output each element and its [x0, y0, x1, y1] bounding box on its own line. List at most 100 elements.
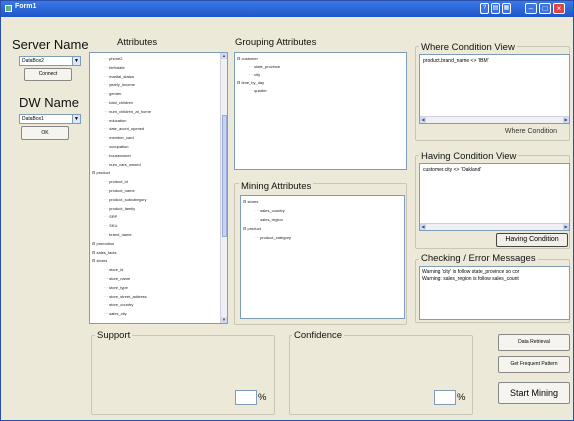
where-condition-button[interactable]: Where Condition [495, 126, 567, 139]
tree-label: occupation [109, 144, 129, 149]
tree-leaf[interactable]: ··· yearly_income [104, 82, 135, 87]
tree-label: education [109, 117, 127, 123]
having-condition-button[interactable]: Having Condition [496, 233, 568, 247]
tree-node[interactable]: ⊟ promotion [92, 241, 114, 246]
having-condition-text[interactable]: customer.city <> 'Oakland' ◀ ▶ [419, 163, 570, 231]
scroll-up-icon[interactable]: ▲ [221, 53, 227, 59]
where-hscroll[interactable]: ◀ ▶ [420, 116, 569, 123]
help-icon[interactable]: ? [480, 3, 489, 14]
messages-text[interactable]: Warning 'city' is follow state_province … [419, 266, 570, 320]
tree-label: SKU [109, 223, 118, 229]
tree-leaf[interactable]: ··· store_street_address [104, 294, 147, 299]
tree-label: gender [109, 91, 122, 97]
tree-leaf[interactable]: ··· phone2 [104, 56, 122, 61]
confidence-input[interactable] [434, 390, 456, 405]
tree-node[interactable]: ⊟ time_by_day [237, 80, 264, 85]
tree-leaf[interactable]: ··· SRP [104, 214, 117, 219]
tree-label: sales_city [109, 311, 127, 317]
confidence-label: Confidence [292, 330, 345, 341]
tree-leaf[interactable]: ··· member_card [104, 135, 134, 140]
data-retrieval-button[interactable]: Data Retrieval [498, 334, 570, 351]
scroll-left-icon[interactable]: ◀ [420, 224, 426, 230]
where-condition-text[interactable]: product.brand_name <> 'IBM' ◀ ▶ [419, 54, 570, 124]
tree-leaf[interactable]: ··· product_category [255, 235, 291, 240]
tree-leaf[interactable]: ··· store_id [104, 267, 123, 272]
tree-leaf[interactable]: ··· total_children [104, 100, 133, 105]
tree-label: sales_region [260, 217, 283, 222]
tree-label: store_name [109, 276, 131, 281]
tree-label: product_category [260, 235, 292, 240]
tree-leaf[interactable]: ··· brand_name [104, 232, 132, 237]
tree-node[interactable]: ⊟ sales_facts [92, 250, 116, 255]
tree-node[interactable]: ⊟ customer [237, 56, 258, 61]
having-condition-value: customer.city <> 'Oakland' [423, 167, 482, 173]
tree-node[interactable]: ⊟ product [243, 226, 261, 231]
tree-leaf[interactable]: ··· education [104, 118, 126, 123]
support-label: Support [95, 330, 133, 341]
tree-label: store_country [109, 302, 134, 308]
tree-leaf[interactable]: ··· num_children_at_home [104, 109, 151, 114]
connect-button[interactable]: Connect [24, 68, 72, 81]
tree-leaf[interactable]: ··· product_family [104, 206, 135, 211]
tree-leaf[interactable]: ··· gender [104, 91, 122, 96]
tree-label: yearly_income [109, 82, 135, 88]
tree-leaf[interactable]: ··· city [249, 72, 260, 77]
tree-leaf[interactable]: ··· sales_country [255, 208, 285, 213]
get-frequent-pattern-button[interactable]: Get Frequent Pattern [498, 356, 570, 373]
support-input[interactable] [235, 390, 257, 405]
tree-leaf[interactable]: ··· product_subcategory [104, 197, 146, 202]
tree-leaf[interactable]: ··· num_cars_owned [104, 162, 141, 167]
attributes-tree[interactable]: ··· phone2 ··· birthdate ··· marital_statu… [89, 52, 228, 324]
ok-button[interactable]: OK [21, 126, 69, 140]
mining-attributes-tree[interactable]: ⊟ stores ··· sales_country ··· sales_regio… [240, 195, 405, 319]
attributes-scrollbar[interactable]: ▲ ▼ [220, 53, 227, 323]
scroll-down-icon[interactable]: ▼ [221, 317, 227, 323]
chevron-down-icon[interactable]: ▼ [72, 57, 80, 65]
start-mining-button[interactable]: Start Mining [498, 382, 570, 404]
tree-leaf[interactable]: ··· store_country [104, 302, 133, 307]
messages-label: Checking / Error Messages [419, 253, 538, 264]
dw-name-combo[interactable]: DataBox1 ▼ [19, 114, 81, 124]
tree-leaf[interactable]: ··· SKU [104, 223, 117, 228]
having-hscroll[interactable]: ◀ ▶ [420, 223, 569, 230]
tree-leaf[interactable]: ··· sales_region [255, 217, 283, 222]
scroll-thumb[interactable] [222, 115, 227, 237]
tree-leaf[interactable]: ··· houseowner [104, 153, 131, 158]
tree-node[interactable]: ⊟ product [92, 170, 110, 175]
scroll-right-icon[interactable]: ▶ [563, 117, 569, 123]
scroll-left-icon[interactable]: ◀ [420, 117, 426, 123]
server-name-combo[interactable]: DataBox2 ▼ [19, 56, 81, 66]
tree-leaf[interactable]: ··· store_type [104, 285, 128, 290]
message-line: Warning 'city' is follow state_province … [422, 269, 520, 275]
tree-label: birthdate [109, 64, 125, 70]
tree-leaf[interactable]: ··· state_province [249, 64, 280, 69]
export-icon[interactable]: ▦ [502, 3, 511, 14]
tree-leaf[interactable]: ··· marital_status [104, 74, 134, 79]
close-icon[interactable]: × [553, 3, 565, 14]
tree-label: member_card [109, 135, 134, 141]
grouping-attributes-tree[interactable]: ⊟ customer ··· state_province ··· city ⊟ ti… [234, 52, 407, 170]
tree-leaf[interactable]: ··· product_name [104, 188, 135, 193]
scroll-right-icon[interactable]: ▶ [563, 224, 569, 230]
tree-leaf[interactable]: ··· store_name [104, 276, 130, 281]
where-condition-value: product.brand_name <> 'IBM' [423, 58, 489, 64]
chevron-down-icon[interactable]: ▼ [72, 115, 80, 123]
tree-label: date_accnt_opened [109, 126, 145, 132]
tree-label: sales_facts [96, 249, 117, 255]
tree-node[interactable]: ⊟ stores [92, 258, 107, 263]
tree-leaf[interactable]: ··· quarter [249, 88, 267, 93]
tree-leaf[interactable]: ··· occupation [104, 144, 128, 149]
tree-leaf[interactable]: ··· product_id [104, 179, 128, 184]
tree-label: customer [241, 56, 258, 61]
tree-leaf[interactable]: ··· sales_city [104, 311, 127, 316]
minimize-icon[interactable]: – [525, 3, 537, 14]
tree-leaf[interactable]: ··· date_accnt_opened [104, 126, 144, 131]
print-icon[interactable]: ▤ [491, 3, 500, 14]
app-icon [5, 5, 12, 12]
support-percent: % [258, 392, 267, 403]
tree-node[interactable]: ⊟ stores [243, 199, 258, 204]
tree-label: num_children_at_home [109, 108, 151, 114]
tree-label: city [254, 72, 261, 77]
maximize-icon[interactable]: □ [539, 3, 551, 14]
tree-leaf[interactable]: ··· birthdate [104, 65, 125, 70]
